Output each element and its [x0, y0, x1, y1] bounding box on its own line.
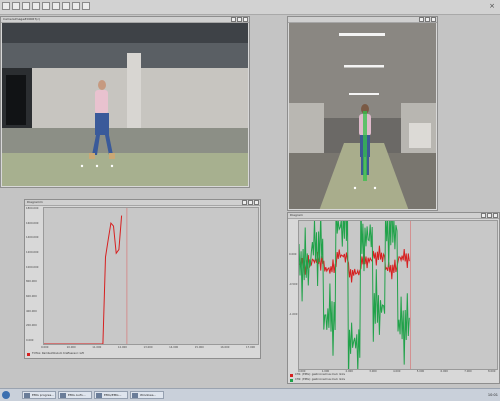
y-tick-label: -0.500 — [289, 283, 298, 286]
y-tick-label: 1400.000 — [26, 236, 39, 240]
force-graph-window[interactable]: Diagramm TOTAL: Rambuktikulum Kraftsenso… — [24, 199, 261, 359]
x-tick-label: 17.000 — [246, 346, 256, 349]
x-tick-label: 10.000 — [66, 346, 76, 349]
maximize-icon[interactable] — [248, 200, 253, 205]
copy-icon[interactable] — [42, 2, 50, 10]
maximize-icon[interactable] — [425, 17, 430, 22]
maximize-icon[interactable] — [237, 17, 242, 22]
emg-plot-area — [298, 188, 498, 380]
minimize-icon[interactable] — [242, 200, 247, 205]
y-tick-label: 200.000 — [26, 324, 37, 328]
x-tick-label: 0.000 — [298, 370, 306, 373]
x-tick-label: 16.000 — [220, 346, 230, 349]
new-icon[interactable] — [2, 2, 10, 10]
emg-chart-svg — [298, 188, 411, 380]
taskbar-item[interactable]: EMG Aufn... — [58, 391, 92, 399]
x-tick-label: 4.000 — [393, 370, 401, 373]
x-tick-label: 9.000 — [41, 346, 49, 349]
undo-icon[interactable] — [62, 2, 70, 10]
close-icon[interactable] — [254, 200, 259, 205]
taskbar-item[interactable]: EMG progres... — [22, 391, 56, 399]
close-icon[interactable] — [243, 17, 248, 22]
minimize-icon[interactable] — [481, 213, 486, 218]
y-tick-label: 0.000 — [289, 253, 297, 256]
video-window-front[interactable] — [287, 16, 438, 211]
y-tick-label: 1200.000 — [26, 251, 39, 254]
y-tick-label: 0.000 — [26, 339, 34, 342]
help-icon[interactable] — [82, 2, 90, 10]
y-tick-label: 1600.000 — [26, 221, 39, 225]
force-plot-area — [43, 207, 259, 345]
window-titlebar[interactable]: Diagramm — [25, 200, 260, 206]
save-icon[interactable] — [22, 2, 30, 10]
y-tick-label: 800.000 — [26, 280, 37, 284]
series-line-1 — [298, 188, 410, 380]
window-titlebar[interactable]: Diagram — [288, 213, 499, 219]
legend-swatch-force — [27, 353, 30, 356]
x-tick-label: 3.000 — [369, 370, 377, 373]
force-chart-svg — [44, 208, 128, 345]
minimize-icon[interactable] — [231, 17, 236, 22]
y-tick-label: 1800.000 — [26, 207, 39, 210]
minimize-icon[interactable] — [419, 17, 424, 22]
close-icon[interactable] — [493, 213, 498, 218]
app-icon — [96, 393, 102, 398]
taskbar: EMG progres... EMG Aufn... EMG/EMG... Wi… — [0, 388, 500, 401]
app-icon — [24, 393, 30, 398]
window-title: Diagramm — [27, 200, 43, 204]
legend-label-ch2: CH2: (EMG): gastrocnemius med. links — [295, 378, 346, 381]
paste-icon[interactable] — [52, 2, 60, 10]
x-tick-label: 5.000 — [416, 370, 425, 373]
window-title: CameraImage#00067(c) — [3, 17, 41, 21]
maximize-icon[interactable] — [487, 213, 492, 218]
series-line-0 — [44, 215, 123, 345]
legend-label-force: TOTAL: Rambuktikulum Kraftsensor: left — [32, 352, 84, 355]
y-tick-label: 1000.000 — [26, 265, 39, 269]
cut-icon[interactable] — [32, 2, 40, 10]
legend-label-ch1: CH1: (EMG): gastrocnemius med. links — [295, 373, 346, 376]
side-view-video — [2, 23, 248, 186]
tray-clock: 10:01 — [487, 393, 498, 397]
x-tick-label: 8.000 — [488, 370, 496, 373]
emg-graph-window[interactable]: Diagram CH1: (EMG): gastrocnemius med. l… — [287, 188, 500, 384]
print-icon[interactable] — [72, 2, 80, 10]
x-tick-label: 2.000 — [345, 370, 353, 373]
x-tick-label: 6.000 — [440, 370, 448, 373]
x-tick-label: 15.000 — [194, 346, 204, 349]
taskbar-item[interactable]: Windows... — [130, 391, 164, 399]
close-icon[interactable]: × — [488, 2, 496, 10]
taskbar-item[interactable]: EMG/EMG... — [94, 391, 128, 399]
x-tick-label: 14.000 — [169, 346, 179, 349]
main-toolbar: × — [0, 0, 500, 15]
front-view-video — [289, 23, 436, 209]
window-title: Diagram — [290, 213, 303, 217]
x-tick-label: 7.000 — [464, 370, 472, 373]
y-tick-label: -1.000 — [289, 313, 298, 316]
legend-swatch-ch2 — [290, 379, 293, 382]
y-tick-label: 400.000 — [26, 309, 37, 313]
video-window-side[interactable]: CameraImage#00067(c) — [0, 16, 250, 188]
x-tick-label: 12.000 — [117, 346, 127, 349]
app-icon — [132, 393, 138, 398]
legend-swatch-ch1 — [290, 374, 293, 377]
close-icon[interactable] — [431, 17, 436, 22]
x-tick-label: 11.000 — [92, 346, 102, 349]
y-tick-label: 600.000 — [26, 295, 37, 298]
x-tick-label: 13.000 — [143, 346, 153, 349]
x-tick-label: 1.000 — [321, 370, 330, 373]
open-icon[interactable] — [12, 2, 20, 10]
start-button[interactable] — [2, 391, 10, 399]
app-icon — [60, 393, 66, 398]
